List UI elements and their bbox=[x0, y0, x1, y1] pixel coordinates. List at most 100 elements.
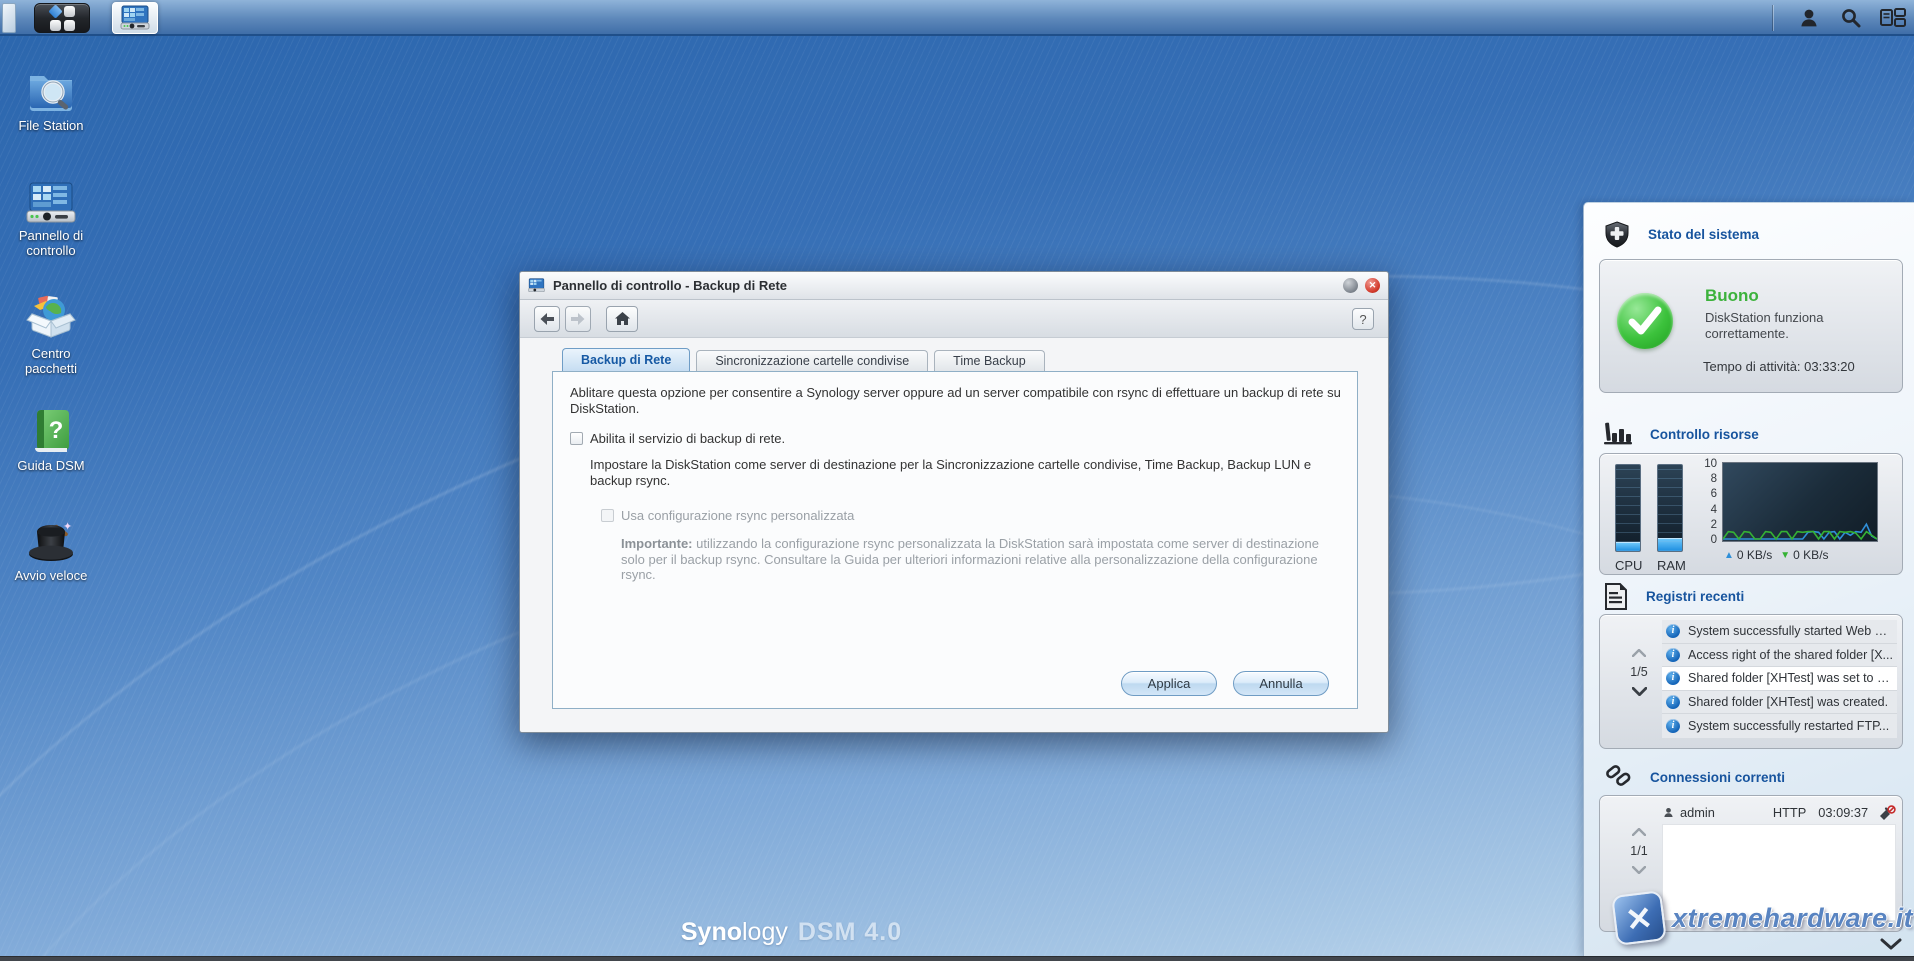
cancel-button[interactable]: Annulla bbox=[1233, 671, 1329, 696]
resource-monitor-card: CPU RAM 10 8 6 4 2 0 ▲ 0 KB/s ▼ 0 KB/s bbox=[1599, 453, 1903, 575]
logs-page-up-icon[interactable] bbox=[1632, 649, 1646, 657]
recent-logs-title: Registri recenti bbox=[1646, 589, 1745, 604]
status-ok-icon bbox=[1617, 293, 1673, 349]
cpu-label: CPU bbox=[1615, 558, 1643, 573]
log-row[interactable]: Shared folder [XHTest] was created. bbox=[1662, 690, 1897, 715]
resource-monitor-title: Controllo risorse bbox=[1650, 426, 1759, 442]
control-panel-mini-icon bbox=[120, 5, 150, 30]
recent-logs-header: Registri recenti bbox=[1604, 583, 1744, 610]
dsm-help-icon: ? bbox=[35, 410, 69, 452]
info-icon bbox=[1666, 671, 1680, 686]
user-icon bbox=[1664, 807, 1673, 818]
user-icon bbox=[1801, 9, 1817, 27]
network-chart-yticks: 10 8 6 4 2 0 bbox=[1704, 458, 1717, 546]
tab-time-backup[interactable]: Time Backup bbox=[934, 350, 1045, 371]
pilot-view-icon bbox=[1880, 8, 1906, 27]
important-note: Importante: utilizzando la configurazion… bbox=[621, 536, 1319, 582]
system-status-title: Stato del sistema bbox=[1648, 227, 1760, 242]
system-status-header: Stato del sistema bbox=[1604, 221, 1759, 248]
home-button[interactable] bbox=[606, 306, 638, 332]
home-icon bbox=[614, 312, 630, 325]
connections-page-indicator: 1/1 bbox=[1630, 844, 1648, 858]
connection-row[interactable]: admin HTTP 03:09:37 bbox=[1662, 802, 1896, 823]
kick-connection-icon[interactable] bbox=[1878, 805, 1896, 820]
forward-arrow-icon bbox=[571, 313, 585, 325]
connection-list-area bbox=[1662, 824, 1896, 921]
minimize-button[interactable] bbox=[1343, 278, 1358, 293]
resource-monitor-header: Controllo risorse bbox=[1604, 421, 1759, 447]
help-button[interactable]: ? bbox=[1352, 308, 1374, 330]
window-title: Pannello di controllo - Backup di Rete bbox=[553, 278, 788, 293]
desktop-icon-label: Pannello di controllo bbox=[18, 228, 84, 258]
log-row[interactable]: Access right of the shared folder [X... bbox=[1662, 643, 1897, 668]
network-legend: ▲ 0 KB/s ▼ 0 KB/s bbox=[1724, 548, 1829, 562]
user-menu-button[interactable] bbox=[1788, 3, 1830, 33]
rsync-config-checkbox bbox=[601, 509, 614, 522]
log-row[interactable]: System successfully started Web St... bbox=[1662, 620, 1897, 644]
close-button[interactable] bbox=[1365, 278, 1380, 293]
quick-start-icon: ✦ bbox=[29, 521, 73, 561]
uptime-text: Tempo di attività: 03:33:20 bbox=[1703, 359, 1855, 374]
widget-panel: Stato del sistema Buono DiskStation funz… bbox=[1583, 202, 1914, 956]
status-value: Buono bbox=[1705, 286, 1759, 305]
connections-title: Connessioni correnti bbox=[1650, 769, 1786, 785]
show-desktop-button[interactable] bbox=[2, 3, 16, 33]
apply-button[interactable]: Applica bbox=[1121, 671, 1217, 696]
download-arrow-icon: ▼ bbox=[1780, 549, 1791, 561]
enable-backup-checkbox[interactable] bbox=[570, 432, 583, 445]
forward-button bbox=[565, 306, 591, 332]
logs-pager: 1/5 bbox=[1622, 649, 1656, 696]
info-icon bbox=[1666, 719, 1680, 734]
window-titlebar[interactable]: Pannello di controllo - Backup di Rete bbox=[520, 272, 1388, 300]
logs-page-indicator: 1/5 bbox=[1630, 665, 1648, 679]
back-arrow-icon bbox=[540, 313, 554, 325]
widget-panel-collapse-icon[interactable] bbox=[1880, 938, 1902, 950]
back-button[interactable] bbox=[534, 306, 560, 332]
cpu-gauge-fill bbox=[1616, 541, 1640, 551]
document-icon bbox=[1605, 583, 1627, 610]
tab-bar: Backup di Rete Sincronizzazione cartelle… bbox=[562, 348, 1051, 371]
desktop-icon-label: Avvio veloce bbox=[14, 568, 88, 583]
enable-backup-note: Impostare la DiskStation come server di … bbox=[590, 457, 1312, 488]
status-description: DiskStation funziona correttamente. bbox=[1705, 310, 1824, 341]
main-menu-icon bbox=[47, 3, 75, 31]
desktop-icon-file-station[interactable]: File Station bbox=[1, 68, 101, 133]
desktop-icon-label: Centro pacchetti bbox=[24, 346, 78, 376]
connections-header: Connessioni correnti bbox=[1604, 763, 1785, 791]
connections-pager: 1/1 bbox=[1622, 828, 1656, 874]
desktop-icon-package-center[interactable]: Centro pacchetti bbox=[1, 294, 101, 376]
svg-text:?: ? bbox=[49, 417, 64, 444]
info-icon bbox=[1666, 624, 1680, 639]
log-row[interactable]: Shared folder [XHTest] was set to s... bbox=[1662, 667, 1897, 691]
upload-value: 0 KB/s bbox=[1736, 548, 1773, 562]
desktop-icon-label: File Station bbox=[18, 118, 84, 133]
control-panel-window: Pannello di controllo - Backup di Rete ?… bbox=[519, 271, 1389, 733]
enable-backup-checkbox-row[interactable]: Abilita il servizio di backup di rete. bbox=[570, 431, 785, 446]
network-traffic-chart bbox=[1722, 462, 1878, 542]
desktop-icon-dsm-help[interactable]: ? Guida DSM bbox=[1, 410, 101, 473]
bar-chart-icon bbox=[1604, 422, 1632, 445]
screen-bottom-edge bbox=[0, 956, 1914, 961]
pilot-view-button[interactable] bbox=[1872, 3, 1914, 33]
search-button[interactable] bbox=[1830, 3, 1872, 33]
dsm-branding: Synology DSM 4.0 bbox=[680, 918, 903, 946]
package-center-icon bbox=[26, 295, 76, 338]
upload-arrow-icon: ▲ bbox=[1724, 549, 1734, 561]
main-menu-button[interactable] bbox=[34, 3, 90, 33]
shield-icon bbox=[1605, 221, 1629, 248]
log-row[interactable]: System successfully restarted FTP... bbox=[1662, 714, 1897, 738]
logs-page-down-icon[interactable] bbox=[1631, 687, 1647, 696]
tab-content-panel: Ablitare questa opzione per consentire a… bbox=[552, 371, 1358, 709]
tab-backup-di-rete[interactable]: Backup di Rete bbox=[562, 348, 691, 371]
desktop: File Station Pannello di controllo Centr… bbox=[0, 0, 1914, 961]
ram-gauge bbox=[1657, 464, 1683, 552]
connections-page-down-icon[interactable] bbox=[1632, 866, 1646, 874]
connections-card: 1/1 admin HTTP 03:09:37 bbox=[1599, 795, 1903, 932]
taskbar-item-control-panel[interactable] bbox=[112, 2, 158, 34]
taskbar bbox=[0, 0, 1914, 36]
desktop-icon-quick-start[interactable]: ✦ Avvio veloce bbox=[1, 518, 101, 583]
connections-page-up-icon[interactable] bbox=[1632, 828, 1646, 836]
download-value: 0 KB/s bbox=[1793, 548, 1829, 562]
desktop-icon-control-panel[interactable]: Pannello di controllo bbox=[1, 182, 101, 258]
tab-sincronizzazione-cartelle-condivise[interactable]: Sincronizzazione cartelle condivise bbox=[696, 350, 929, 371]
